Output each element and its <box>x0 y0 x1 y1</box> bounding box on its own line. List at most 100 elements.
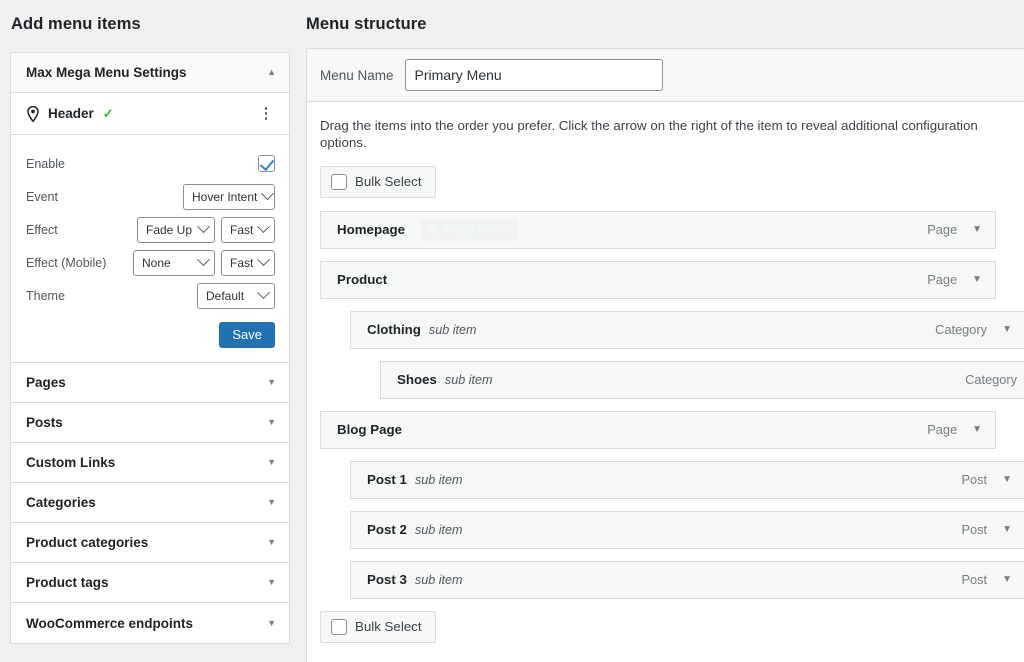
menu-item-title: Post 3 <box>367 572 407 587</box>
chevron-down-icon[interactable]: ▼ <box>970 221 986 239</box>
effect-mobile-select[interactable]: None <box>133 250 215 276</box>
menu-item-type: Page <box>927 272 970 287</box>
effect-speed-select[interactable]: Fast <box>221 217 275 243</box>
accordion-header-product-categories[interactable]: Product categories▼ <box>11 523 289 563</box>
menu-items-list: HomepageMega MenuPage▼ProductPage▼Clothi… <box>320 211 1011 599</box>
chevron-up-icon[interactable]: ▲ <box>267 68 276 77</box>
bulk-select-top[interactable]: Bulk Select <box>320 166 436 198</box>
accordion-label: Product categories <box>26 535 267 550</box>
chevron-down-icon[interactable]: ▼ <box>267 538 276 547</box>
menu-item-sub-label: sub item <box>445 373 493 387</box>
menu-structure-title: Menu structure <box>306 15 427 34</box>
menu-item-type: Page <box>927 422 970 437</box>
chevron-down-icon[interactable]: ▼ <box>970 271 986 289</box>
theme-select-value: Default <box>206 289 253 303</box>
menu-item-row[interactable]: Blog PagePage▼ <box>320 411 996 449</box>
menu-structure-body: Drag the items into the order you prefer… <box>307 102 1024 643</box>
check-icon: ✓ <box>103 107 114 120</box>
theme-select[interactable]: Default <box>197 283 275 309</box>
setting-row-theme: Theme Default <box>26 279 275 312</box>
setting-label-enable: Enable <box>26 157 252 171</box>
menu-item-type: Category <box>965 372 1024 387</box>
chevron-down-icon[interactable]: ▼ <box>267 578 276 587</box>
menu-item-title: Homepage <box>337 222 405 237</box>
chevron-down-icon <box>197 220 210 233</box>
chevron-down-icon <box>262 187 275 200</box>
menu-structure-panel: Menu Name Drag the items into the order … <box>306 48 1024 662</box>
menu-item-title: Post 2 <box>367 522 407 537</box>
save-button[interactable]: Save <box>219 322 275 348</box>
menu-item-row[interactable]: Shoessub itemCategory▼ <box>380 361 1024 399</box>
enable-checkbox[interactable] <box>258 155 275 172</box>
chevron-down-icon[interactable]: ▼ <box>1000 521 1016 539</box>
menu-name-input[interactable] <box>405 59 663 91</box>
chevron-down-icon[interactable]: ▼ <box>267 498 276 507</box>
bulk-select-bottom[interactable]: Bulk Select <box>320 611 436 643</box>
setting-row-effect: Effect Fade Up Fast <box>26 213 275 246</box>
vertical-dots-icon[interactable] <box>259 104 273 123</box>
event-select[interactable]: Hover Intent <box>183 184 275 210</box>
mega-menu-button-label: Mega Menu <box>444 223 509 237</box>
event-select-value: Hover Intent <box>192 190 257 204</box>
accordion-header-custom-links[interactable]: Custom Links▼ <box>11 443 289 483</box>
save-row: Save <box>26 322 275 348</box>
chevron-down-icon[interactable]: ▼ <box>1000 571 1016 589</box>
bulk-select-checkbox[interactable] <box>331 619 347 635</box>
menu-item-title: Clothing <box>367 322 421 337</box>
chevron-down-icon[interactable]: ▼ <box>267 378 276 387</box>
accordion-header-max-mega-menu-settings[interactable]: Max Mega Menu Settings ▲ <box>11 53 289 93</box>
chevron-down-icon[interactable]: ▼ <box>1000 321 1016 339</box>
menu-item-row[interactable]: Post 1sub itemPost▼ <box>350 461 1024 499</box>
accordion-label: Max Mega Menu Settings <box>26 65 267 80</box>
menu-item-title: Shoes <box>397 372 437 387</box>
effect-select-value: Fade Up <box>146 223 193 237</box>
menu-item-row[interactable]: ProductPage▼ <box>320 261 996 299</box>
setting-row-effect-mobile: Effect (Mobile) None Fast <box>26 246 275 279</box>
menu-item-sub-label: sub item <box>415 573 463 587</box>
chevron-down-icon[interactable]: ▼ <box>1000 471 1016 489</box>
accordion-label: Categories <box>26 495 267 510</box>
accordion-header-categories[interactable]: Categories▼ <box>11 483 289 523</box>
accordion-header-product-tags[interactable]: Product tags▼ <box>11 563 289 603</box>
menu-item-row[interactable]: Post 2 sub item Post▼ <box>350 511 1024 549</box>
menu-item-row[interactable]: Post 3 sub item Post▼ <box>350 561 1024 599</box>
menu-item-sub-label: sub item <box>415 523 463 537</box>
mega-menu-button[interactable]: Mega Menu <box>421 219 518 241</box>
setting-label-theme: Theme <box>26 289 191 303</box>
setting-row-enable: Enable <box>26 147 275 180</box>
chevron-down-icon[interactable]: ▼ <box>267 458 276 467</box>
setting-label-event: Event <box>26 190 177 204</box>
menu-item-row[interactable]: Homepage Mega Menu Page▼ <box>320 211 996 249</box>
effect-mobile-speed-select-value: Fast <box>230 256 253 270</box>
menu-item-type: Post <box>961 472 1000 487</box>
effect-mobile-speed-select[interactable]: Fast <box>221 250 275 276</box>
setting-label-effect: Effect <box>26 223 131 237</box>
bulk-select-bottom-wrap: Bulk Select <box>320 611 1011 643</box>
menu-item-type: Post <box>961 572 1000 587</box>
add-menu-items-title: Add menu items <box>11 15 141 34</box>
accordion-header-woocommerce-endpoints[interactable]: WooCommerce endpoints▼ <box>11 603 289 643</box>
chevron-down-icon[interactable]: ▼ <box>970 421 986 439</box>
menu-item-type: Category <box>935 322 1000 337</box>
menu-item-sub-label: sub item <box>415 473 463 487</box>
menu-name-label: Menu Name <box>320 68 394 83</box>
chevron-down-icon <box>197 253 210 266</box>
menu-item-row[interactable]: Clothing sub item Category▼ <box>350 311 1024 349</box>
effect-mobile-select-value: None <box>142 256 193 270</box>
menu-item-sub-label: sub item <box>429 323 477 337</box>
effect-select[interactable]: Fade Up <box>137 217 215 243</box>
menu-name-bar: Menu Name <box>307 49 1024 102</box>
accordion-header-posts[interactable]: Posts▼ <box>11 403 289 443</box>
menu-item-type: Page <box>927 222 970 237</box>
menu-item-type: Post <box>961 522 1000 537</box>
chevron-down-icon[interactable]: ▼ <box>267 619 276 628</box>
bulk-select-checkbox[interactable] <box>331 174 347 190</box>
accordion-header-pages[interactable]: Pages▼ <box>11 363 289 403</box>
effect-speed-select-value: Fast <box>230 223 253 237</box>
bulk-select-label: Bulk Select <box>355 174 422 189</box>
chevron-down-icon[interactable]: ▼ <box>267 418 276 427</box>
accordion-label: Product tags <box>26 575 267 590</box>
menu-editor-screen: Add menu items Menu structure Max Mega M… <box>0 0 1024 662</box>
mega-menu-location-row[interactable]: Header ✓ <box>11 93 289 135</box>
chevron-down-icon <box>257 286 270 299</box>
